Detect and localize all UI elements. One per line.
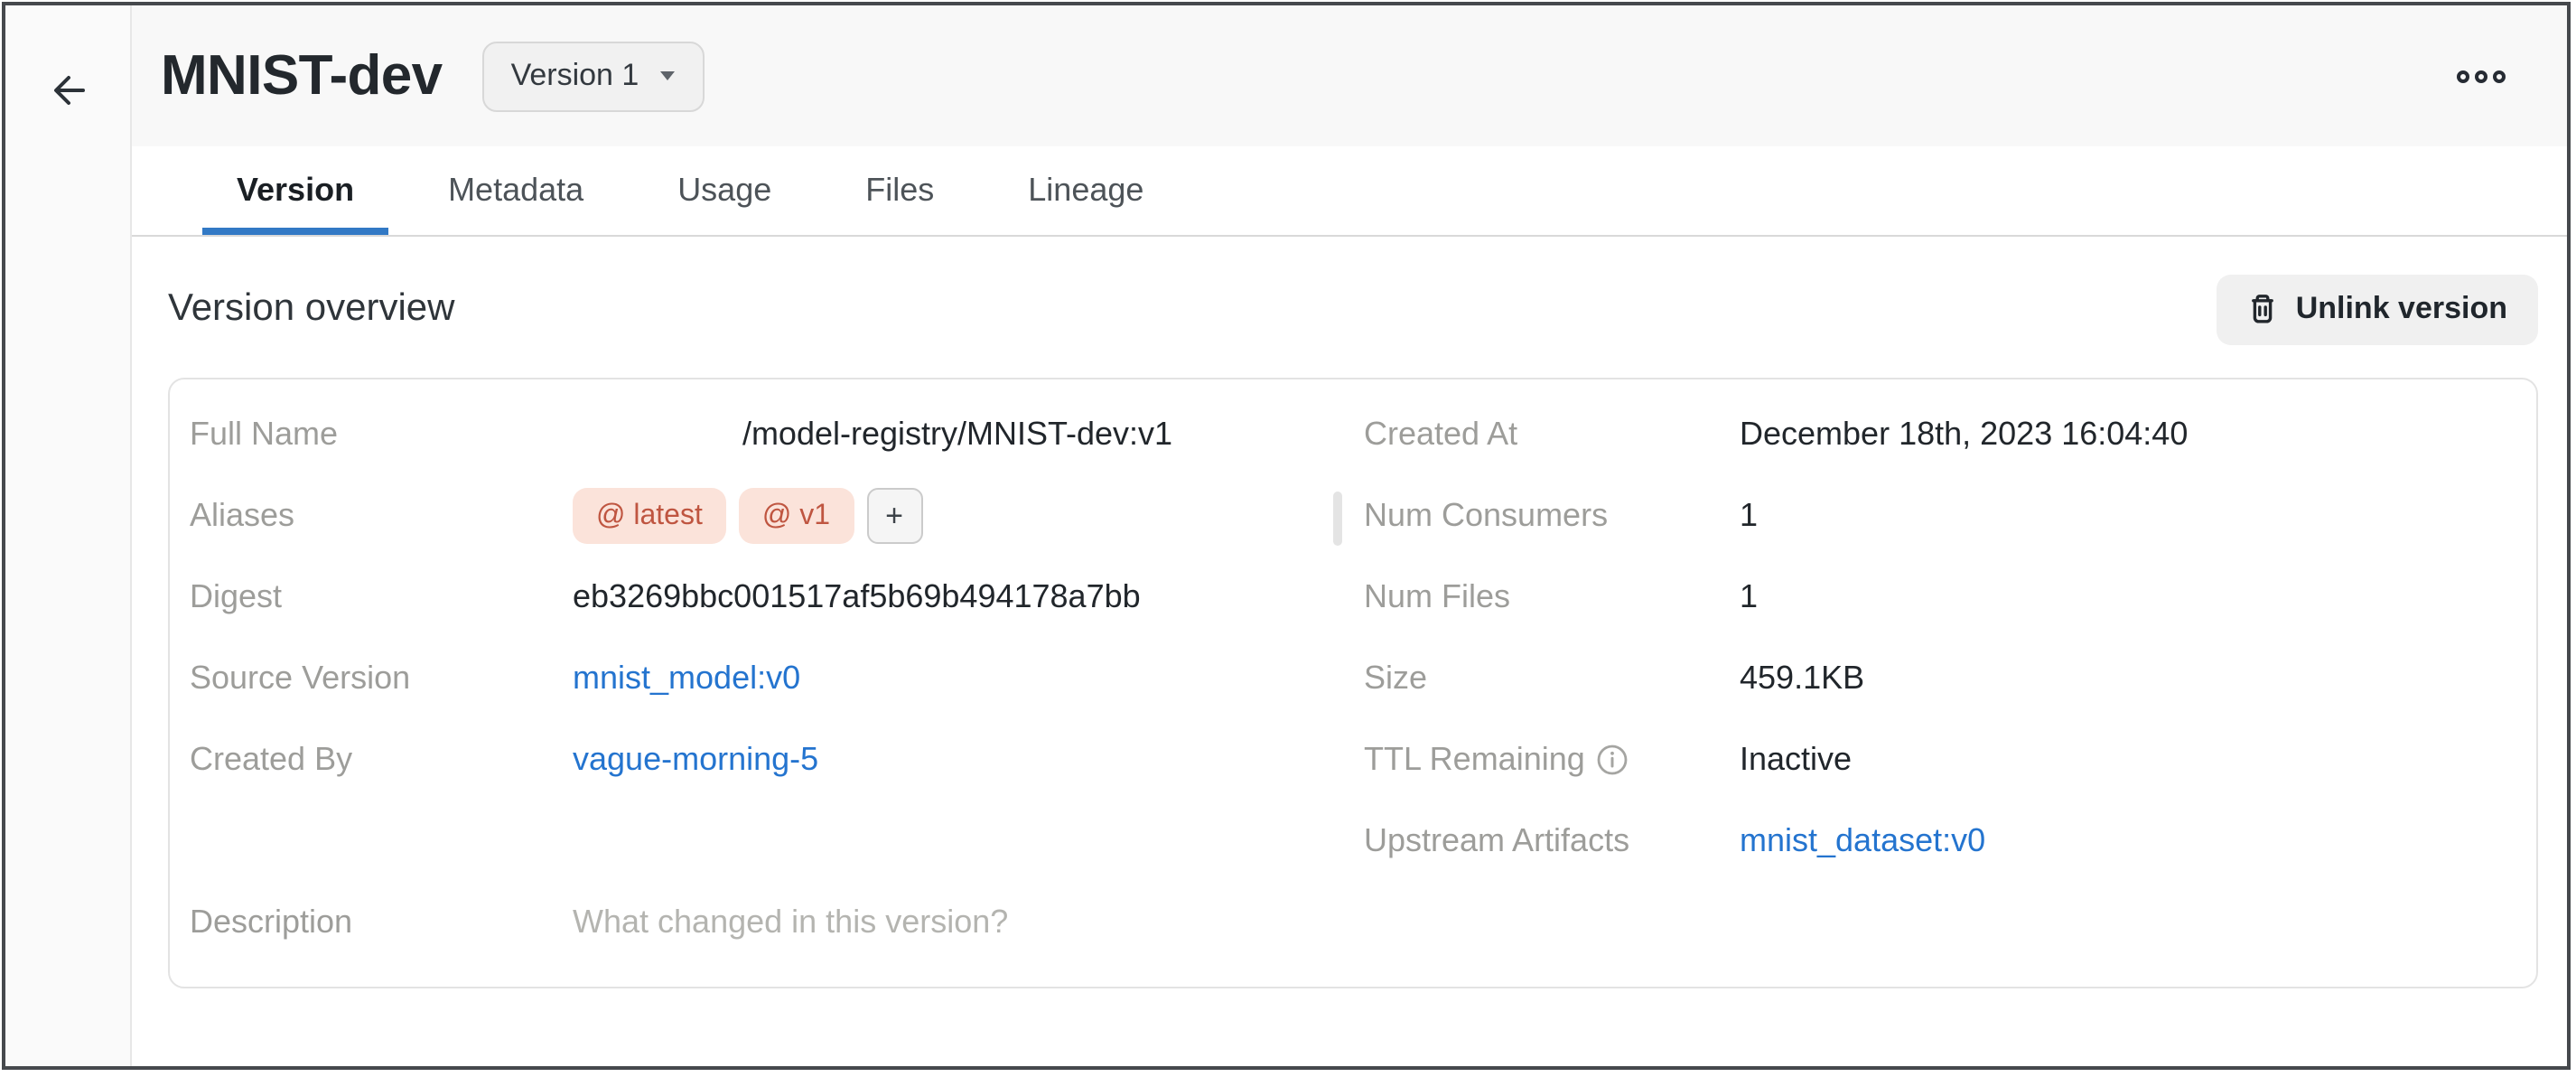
source-version-link[interactable]: mnist_model:v0: [573, 660, 800, 698]
empty-row: [190, 801, 1364, 882]
alias-tag-latest[interactable]: @ latest: [573, 488, 726, 544]
field-row-created-at: Created At December 18th, 2023 16:04:40: [1364, 394, 2536, 475]
ellipsis-icon: [2475, 70, 2487, 82]
sidebar: [5, 5, 132, 1066]
field-row-aliases: Aliases @ latest @ v1 +: [190, 475, 1364, 557]
field-label: Num Consumers: [1364, 497, 1740, 535]
add-alias-button[interactable]: +: [866, 488, 922, 544]
tab-files[interactable]: Files: [831, 146, 968, 235]
unlink-version-label: Unlink version: [2296, 291, 2507, 327]
chevron-down-icon: [658, 70, 675, 81]
back-arrow-icon: [48, 70, 88, 110]
num-files-value: 1: [1740, 578, 1758, 616]
section-header: Version overview Unlink version: [168, 273, 2538, 345]
field-row-upstream-artifacts: Upstream Artifacts mnist_dataset:v0: [1364, 801, 2536, 882]
created-by-link[interactable]: vague-morning-5: [573, 741, 818, 779]
full-name-value: /model-registry/MNIST-dev:v1: [573, 416, 1342, 454]
alias-tag-v1[interactable]: @ v1: [739, 488, 854, 544]
page-header: MNIST-dev Version 1: [132, 5, 2567, 146]
tab-metadata[interactable]: Metadata: [414, 146, 618, 235]
info-circle-icon[interactable]: [1598, 745, 1629, 775]
overflow-menu-button[interactable]: [2450, 62, 2513, 89]
main-panel: Version overview Unlink version: [132, 237, 2567, 1066]
version-overview-card: Full Name /model-registry/MNIST-dev:v1 A…: [168, 378, 2538, 988]
field-row-description: Description What changed in this version…: [190, 882, 1364, 963]
field-label: Upstream Artifacts: [1364, 822, 1740, 860]
scrollbar-thumb[interactable]: [1333, 492, 1342, 546]
field-label: TTL Remaining: [1364, 741, 1740, 779]
tab-bar: Version Metadata Usage Files Lineage: [132, 146, 2567, 237]
field-label: Digest: [190, 578, 573, 616]
field-row-size: Size 459.1KB: [1364, 638, 2536, 719]
page-title: MNIST-dev: [161, 43, 443, 108]
fields-column-left: Full Name /model-registry/MNIST-dev:v1 A…: [190, 394, 1364, 987]
tab-lineage[interactable]: Lineage: [994, 146, 1178, 235]
content-area: MNIST-dev Version 1 Versio: [132, 5, 2567, 1066]
app-window: MNIST-dev Version 1 Versio: [2, 2, 2571, 1070]
field-row-num-files: Num Files 1: [1364, 557, 2536, 638]
field-label: Source Version: [190, 660, 573, 698]
section-title: Version overview: [168, 287, 455, 331]
ellipsis-icon: [2457, 70, 2469, 82]
field-label: Aliases: [190, 497, 573, 535]
version-selector[interactable]: Version 1: [482, 41, 705, 111]
trash-icon: [2247, 293, 2278, 325]
field-row-full-name: Full Name /model-registry/MNIST-dev:v1: [190, 394, 1364, 475]
tab-version[interactable]: Version: [202, 146, 388, 235]
field-label: Description: [190, 904, 573, 941]
created-at-value: December 18th, 2023 16:04:40: [1740, 416, 2188, 454]
field-row-digest: Digest eb3269bbc001517af5b69b494178a7bb: [190, 557, 1364, 638]
version-selector-label: Version 1: [511, 58, 639, 94]
field-row-num-consumers: Num Consumers 1: [1364, 475, 2536, 557]
field-row-ttl: TTL Remaining Inactive: [1364, 719, 2536, 801]
back-button[interactable]: [41, 63, 95, 117]
field-label: Num Files: [1364, 578, 1740, 616]
num-consumers-value: 1: [1740, 497, 1758, 535]
field-label: Size: [1364, 660, 1740, 698]
tab-usage[interactable]: Usage: [643, 146, 806, 235]
upstream-artifact-link[interactable]: mnist_dataset:v0: [1740, 822, 1985, 860]
field-row-created-by: Created By vague-morning-5: [190, 719, 1364, 801]
field-row-source-version: Source Version mnist_model:v0: [190, 638, 1364, 719]
field-label: Created By: [190, 741, 573, 779]
size-value: 459.1KB: [1740, 660, 1864, 698]
ellipsis-icon: [2493, 70, 2506, 82]
fields-column-right: Created At December 18th, 2023 16:04:40 …: [1364, 394, 2536, 987]
unlink-version-button[interactable]: Unlink version: [2217, 274, 2538, 344]
field-label: Full Name: [190, 416, 573, 454]
page: MNIST-dev Version 1 Versio: [0, 0, 2576, 1077]
field-label: Created At: [1364, 416, 1740, 454]
ttl-value: Inactive: [1740, 741, 1852, 779]
description-input[interactable]: What changed in this version?: [573, 904, 1008, 941]
ttl-label: TTL Remaining: [1364, 741, 1585, 779]
digest-value: eb3269bbc001517af5b69b494178a7bb: [573, 578, 1141, 616]
